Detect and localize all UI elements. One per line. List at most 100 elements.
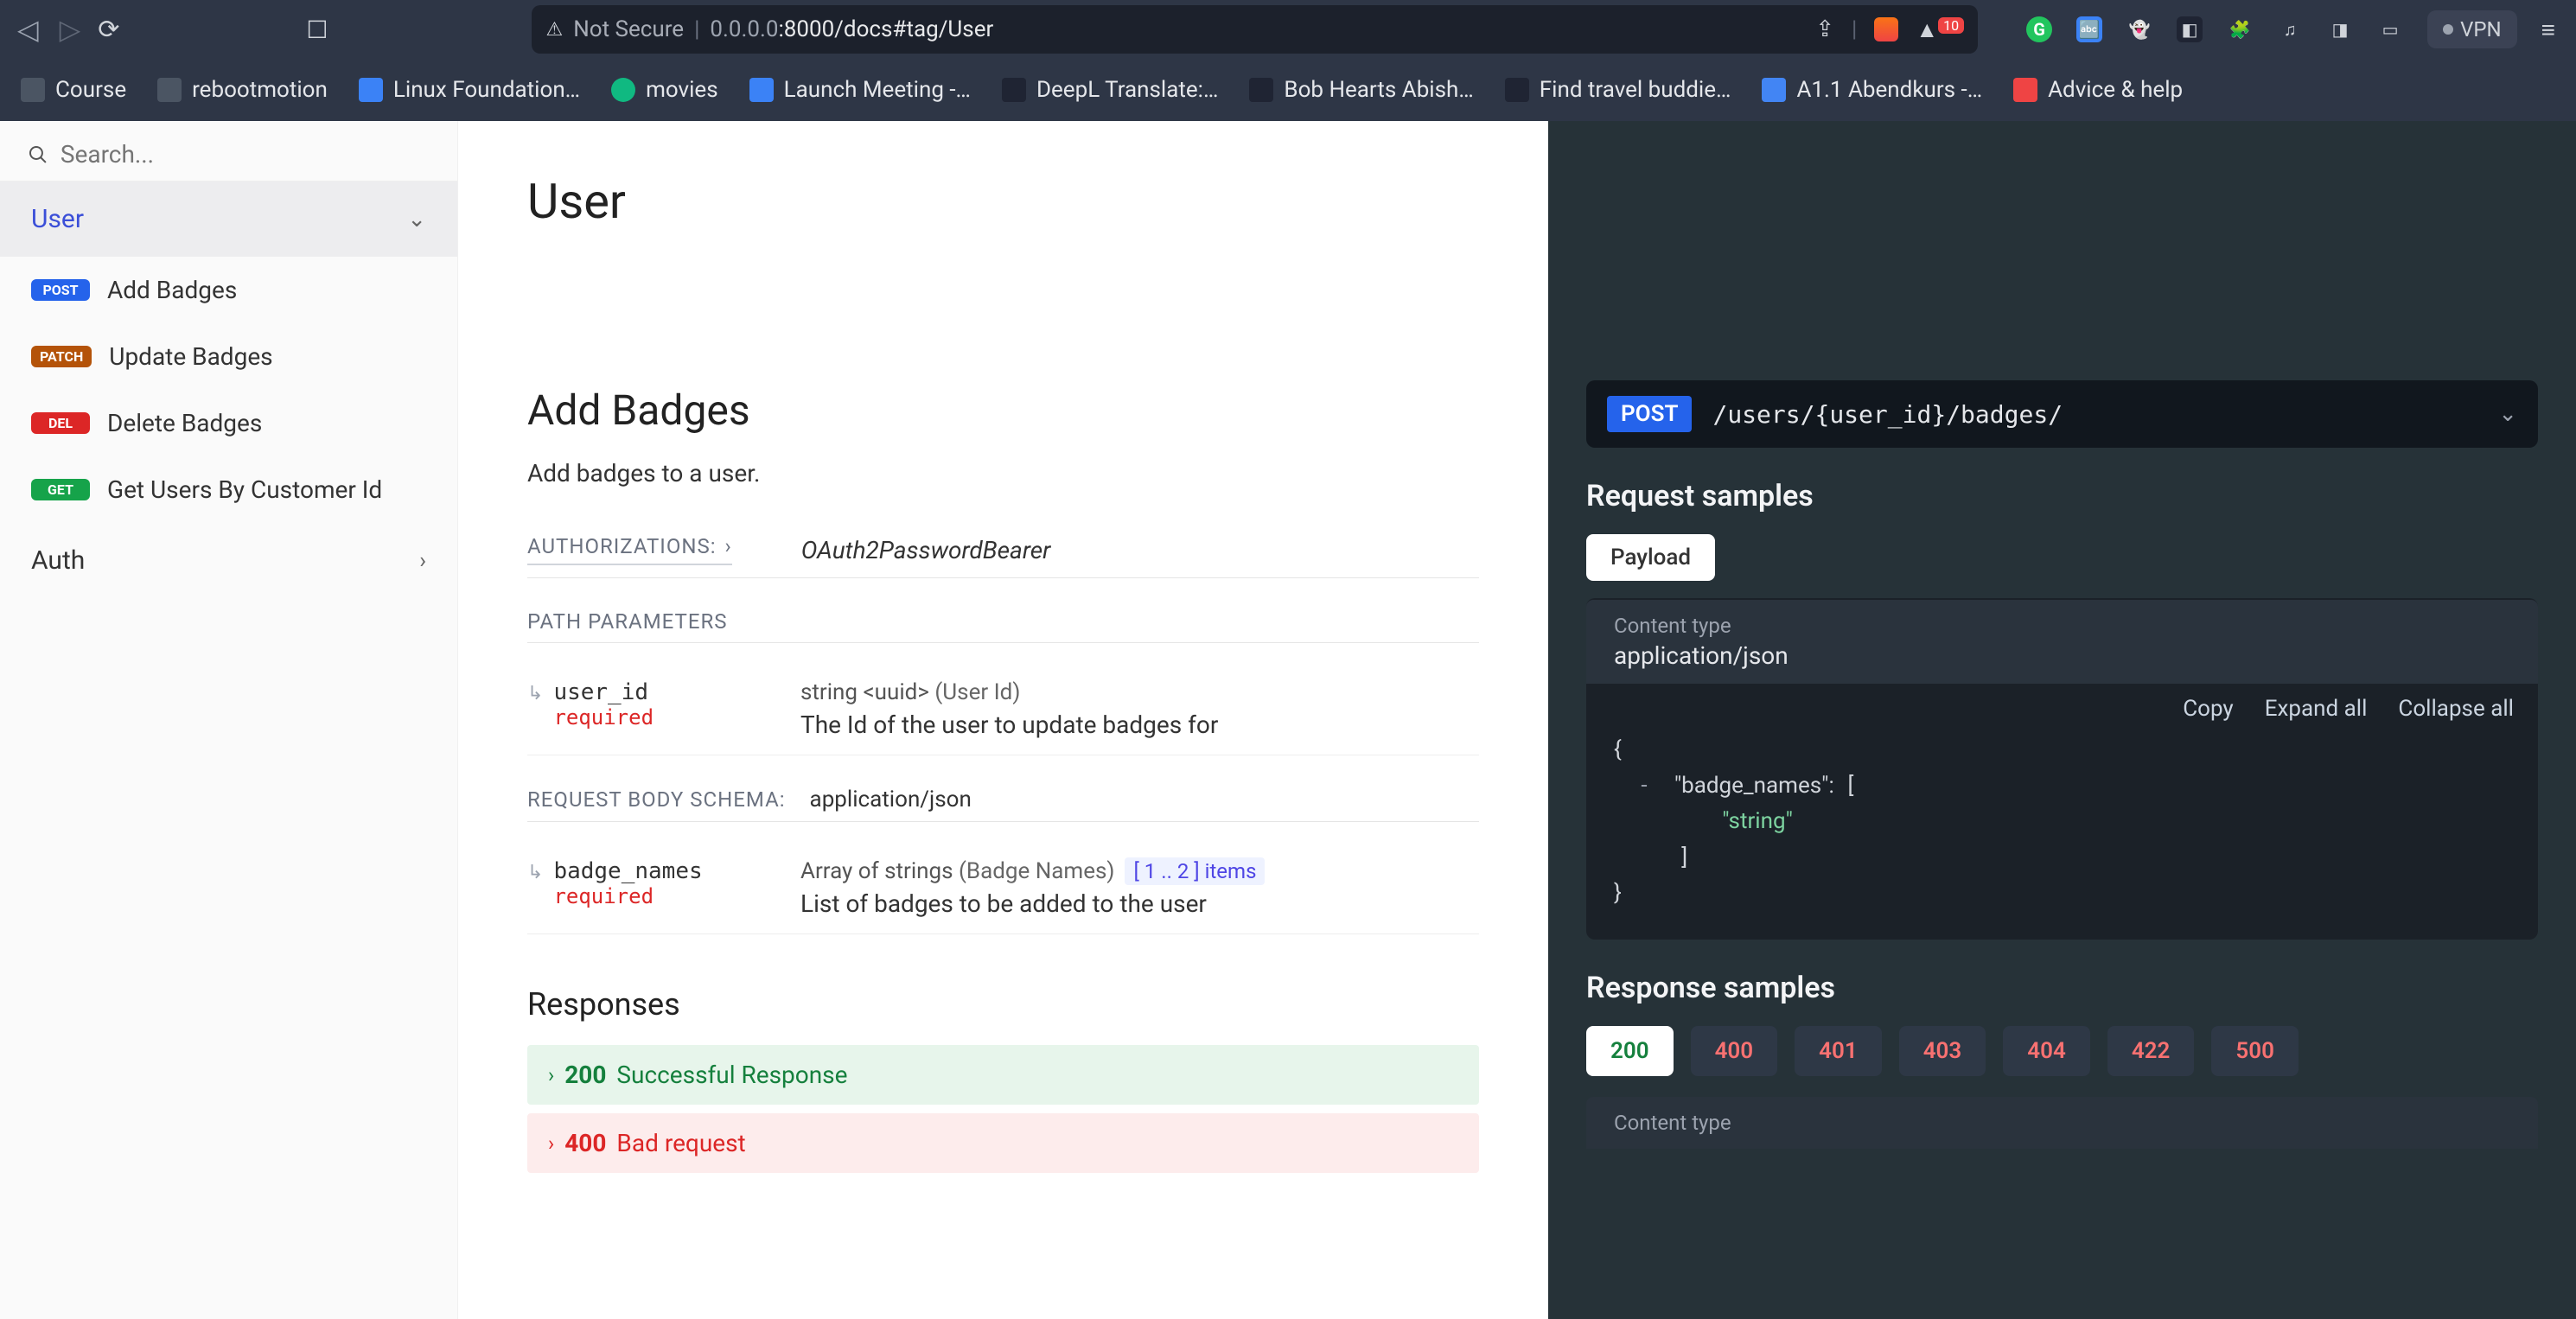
bookmark-favicon xyxy=(611,78,635,102)
param-description: The Id of the user to update badges for xyxy=(800,710,1479,739)
param-type: Array of strings (Badge Names)[ 1 .. 2 ]… xyxy=(800,858,1479,884)
expand-all-button[interactable]: Expand all xyxy=(2265,696,2368,722)
path-parameters-label: PATH PARAMETERS xyxy=(527,609,1479,643)
bookmark-item[interactable]: Launch Meeting -… xyxy=(749,77,971,103)
request-body-content-type: application/json xyxy=(810,787,972,812)
bookmark-favicon xyxy=(1762,78,1786,102)
search-box[interactable] xyxy=(0,128,457,182)
response-code-tabs: 200 400 401 403 404 422 500 xyxy=(1586,1026,2538,1076)
chevron-right-icon: › xyxy=(419,548,426,574)
parameter-row: ↳ user_id required string <uuid> (User I… xyxy=(527,664,1479,755)
operation-title: Add Badges xyxy=(527,386,1479,435)
sidebar-section-user[interactable]: User ⌄ xyxy=(0,182,457,257)
param-arrow-icon: ↳ xyxy=(527,858,543,883)
main-content: User Add Badges Add badges to a user. AU… xyxy=(458,121,1548,1319)
sidebar-item[interactable]: POST Add Badges xyxy=(0,257,457,323)
copy-button[interactable]: Copy xyxy=(2183,696,2234,722)
chevron-right-icon: › xyxy=(725,534,732,558)
bookmark-item[interactable]: rebootmotion xyxy=(157,77,328,103)
response-tab-404[interactable]: 404 xyxy=(2003,1026,2090,1076)
url-bar[interactable]: ⚠ Not Secure | 0.0.0.0:8000/docs#tag/Use… xyxy=(532,5,1978,54)
reload-icon[interactable]: ⟳ xyxy=(98,15,119,45)
reader-icon[interactable]: ▭ xyxy=(2377,16,2403,42)
response-tab-403[interactable]: 403 xyxy=(1899,1026,1986,1076)
bookmark-favicon xyxy=(1249,78,1273,102)
search-input[interactable] xyxy=(61,140,430,169)
bookmark-favicon xyxy=(21,78,45,102)
operation-description: Add badges to a user. xyxy=(527,459,1479,487)
bookmark-icon[interactable]: ☐ xyxy=(306,16,328,44)
puzzle-icon[interactable]: 🧩 xyxy=(2227,16,2253,42)
google-translate-icon[interactable]: 🔤 xyxy=(2076,16,2102,42)
param-name: badge_names xyxy=(553,858,702,884)
response-tab-400[interactable]: 400 xyxy=(1691,1026,1778,1076)
response-tab-422[interactable]: 422 xyxy=(2107,1026,2195,1076)
param-arrow-icon: ↳ xyxy=(527,679,543,704)
responses-heading: Responses xyxy=(527,986,1479,1023)
method-badge: GET xyxy=(31,479,90,500)
brave-shield-icon[interactable] xyxy=(1874,17,1898,41)
bookmark-favicon xyxy=(749,78,774,102)
authorizations-label[interactable]: AUTHORIZATIONS:› xyxy=(527,534,732,565)
response-200[interactable]: › 200 Successful Response xyxy=(527,1045,1479,1105)
bookmark-item[interactable]: Find travel buddie… xyxy=(1505,77,1731,103)
bookmark-item[interactable]: Advice & help xyxy=(2013,77,2183,103)
bookmark-favicon xyxy=(1002,78,1026,102)
response-tab-500[interactable]: 500 xyxy=(2211,1026,2299,1076)
sidebar-item-label: Add Badges xyxy=(107,276,237,304)
bookmark-label: DeepL Translate:… xyxy=(1036,77,1218,103)
grammarly-icon[interactable]: G xyxy=(2026,16,2052,42)
endpoint-method-badge: POST xyxy=(1607,396,1692,432)
bookmark-item[interactable]: Course xyxy=(21,77,126,103)
share-icon[interactable]: ⇪ xyxy=(1815,16,1834,42)
bookmark-item[interactable]: DeepL Translate:… xyxy=(1002,77,1218,103)
sidebar-item-label: Get Users By Customer Id xyxy=(107,475,382,504)
method-badge: POST xyxy=(31,279,90,301)
page-title: User xyxy=(527,173,1479,230)
param-name: user_id xyxy=(553,679,648,705)
bookmark-label: Advice & help xyxy=(2048,77,2183,103)
json-sample: { - "badge_names": [ "string" ] } xyxy=(1586,729,2538,922)
response-tab-200[interactable]: 200 xyxy=(1586,1026,1674,1076)
brave-rewards-icon[interactable]: ▲10 xyxy=(1916,16,1964,43)
collapse-all-button[interactable]: Collapse all xyxy=(2398,696,2514,722)
url-path: :8000/docs#tag/User xyxy=(778,16,993,42)
sidebar-item[interactable]: DELDelete Badges xyxy=(0,390,457,456)
response-400[interactable]: › 400 Bad request xyxy=(527,1113,1479,1173)
toolbar-row: ◁ ▷ ⟳ ☐ ⚠ Not Secure | 0.0.0.0:8000/docs… xyxy=(0,0,2576,59)
vpn-label: VPN xyxy=(2460,17,2502,41)
bookmarks-bar: Course rebootmotion Linux Foundation… movie… xyxy=(0,59,2576,121)
music-icon[interactable]: ♫ xyxy=(2277,16,2303,42)
chevron-right-icon: › xyxy=(548,1131,554,1156)
endpoint-box[interactable]: POST /users/{user_id}/badges/ ⌄ xyxy=(1586,380,2538,448)
payload-tab[interactable]: Payload xyxy=(1586,534,1715,581)
response-samples-heading: Response samples xyxy=(1586,971,2538,1005)
bookmark-item[interactable]: A1.1 Abendkurs -… xyxy=(1762,77,1982,103)
ghost-icon[interactable]: 👻 xyxy=(2126,16,2152,42)
samples-panel: POST /users/{user_id}/badges/ ⌄ Request … xyxy=(1548,121,2576,1319)
response-tab-401[interactable]: 401 xyxy=(1795,1026,1882,1076)
bookmark-item[interactable]: Linux Foundation… xyxy=(359,77,580,103)
back-icon[interactable]: ◁ xyxy=(14,10,42,49)
bookmark-label: movies xyxy=(646,77,718,103)
content-type-label: Content type xyxy=(1614,1111,2510,1135)
bookmark-favicon xyxy=(157,78,182,102)
notification-badge: 10 xyxy=(1938,17,1964,34)
sidebar-section-auth[interactable]: Auth › xyxy=(0,523,457,598)
vpn-button[interactable]: VPN xyxy=(2427,10,2517,48)
bookmark-label: A1.1 Abendkurs -… xyxy=(1796,77,1982,103)
items-range-badge: [ 1 .. 2 ] items xyxy=(1125,857,1265,885)
hamburger-menu-icon[interactable]: ≡ xyxy=(2541,16,2555,44)
response-code: 400 xyxy=(564,1129,606,1157)
sidebar-item[interactable]: PATCHUpdate Badges xyxy=(0,323,457,390)
bookmark-label: Find travel buddie… xyxy=(1540,77,1731,103)
sidebar-toggle-icon[interactable]: ◨ xyxy=(2327,16,2353,42)
response-text: Bad request xyxy=(616,1129,745,1157)
bookmark-favicon xyxy=(2013,78,2037,102)
bookmark-label: Bob Hearts Abish… xyxy=(1284,77,1473,103)
bookmark-item[interactable]: Bob Hearts Abish… xyxy=(1249,77,1473,103)
sidebar-item[interactable]: GET Get Users By Customer Id xyxy=(0,456,457,523)
sidebar-item-label: Delete Badges xyxy=(107,409,262,437)
bookmark-item[interactable]: movies xyxy=(611,77,718,103)
extension-icon[interactable]: ◧ xyxy=(2177,16,2203,42)
